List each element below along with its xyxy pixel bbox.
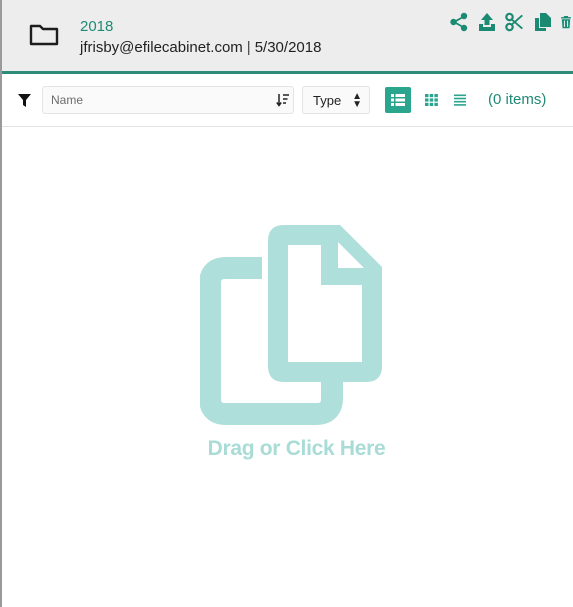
compact-view-icon bbox=[454, 94, 466, 106]
list-view-icon bbox=[391, 94, 405, 106]
drop-zone[interactable] bbox=[199, 220, 400, 470]
header-actions bbox=[443, 10, 573, 34]
folder-date: 5/30/2018 bbox=[254, 39, 322, 56]
grid-view-button[interactable] bbox=[418, 87, 444, 113]
grid-view-icon bbox=[424, 94, 438, 106]
type-sort-select[interactable]: Type ▲ ▼ bbox=[302, 86, 370, 114]
folder-meta: jfrisby@efilecabinet.com | 5/30/2018 bbox=[80, 39, 321, 56]
type-select-label: Type bbox=[313, 92, 342, 108]
list-view-button[interactable] bbox=[385, 87, 411, 113]
copy-icon[interactable] bbox=[531, 10, 555, 34]
folder-header: 2018 jfrisby@efilecabinet.com | 5/30/2018 bbox=[2, 0, 573, 74]
trash-icon[interactable] bbox=[559, 10, 573, 34]
compact-view-button[interactable] bbox=[447, 87, 473, 113]
upload-icon[interactable] bbox=[475, 10, 499, 34]
scissors-icon[interactable] bbox=[503, 10, 527, 34]
drop-zone-label[interactable]: Drag or Click Here bbox=[0, 437, 573, 461]
meta-separator: | bbox=[246, 39, 251, 56]
item-count: (0 items) bbox=[488, 91, 547, 108]
folder-icon bbox=[28, 21, 60, 47]
select-caret-icon: ▲ ▼ bbox=[352, 91, 362, 110]
name-filter-input[interactable] bbox=[42, 86, 294, 114]
share-icon[interactable] bbox=[447, 10, 471, 34]
folder-title: 2018 bbox=[80, 18, 114, 35]
sort-icon[interactable] bbox=[276, 93, 290, 110]
filter-icon[interactable] bbox=[18, 94, 31, 112]
owner-email: jfrisby@efilecabinet.com bbox=[80, 39, 243, 56]
